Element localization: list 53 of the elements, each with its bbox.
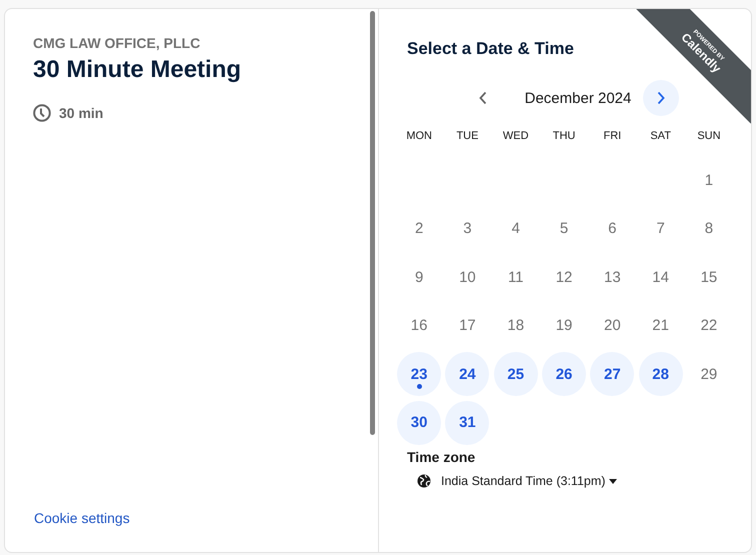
- date-number: 19: [554, 316, 574, 336]
- date-button[interactable]: 30: [397, 400, 442, 445]
- scrollbar[interactable]: [370, 11, 375, 435]
- weekday-label: MON: [405, 130, 433, 144]
- chevron-left-icon: [478, 91, 488, 105]
- section-title: Select a Date & Time: [407, 39, 574, 59]
- date-number: 14: [651, 268, 670, 288]
- duration-text: 30 min: [59, 105, 104, 121]
- month-label: December 2024: [524, 90, 632, 106]
- date-number: 18: [506, 316, 526, 336]
- weekday-label: FRI: [602, 130, 622, 144]
- weekday-label: WED: [502, 130, 530, 144]
- date-button[interactable]: 25: [494, 352, 538, 396]
- date-number: 10: [458, 268, 477, 288]
- caret-icon: [609, 478, 618, 484]
- date-number: 12: [554, 268, 574, 288]
- date-number: 1: [704, 170, 714, 191]
- weekday-label: TUE: [455, 130, 480, 144]
- date-number: 11: [506, 268, 525, 288]
- next-month-button[interactable]: [643, 80, 680, 116]
- chevron-right-icon: [656, 91, 666, 105]
- date-number: 7: [655, 219, 666, 240]
- weekday-label: SUN: [696, 130, 722, 144]
- date-button[interactable]: 28: [638, 352, 683, 396]
- date-number: 4: [510, 219, 521, 240]
- date-number: 15: [700, 268, 718, 288]
- date-number: 6: [607, 219, 618, 240]
- date-number: 9: [414, 268, 424, 288]
- date-number: 20: [602, 316, 622, 336]
- date-button[interactable]: 26: [542, 352, 586, 396]
- date-number: 8: [704, 219, 714, 240]
- date-number: 16: [410, 316, 428, 336]
- date-button[interactable]: 31: [445, 400, 490, 445]
- date-number: 13: [602, 268, 622, 288]
- weekday-label: SAT: [649, 130, 672, 144]
- date-number: 3: [462, 219, 473, 240]
- date-number: 21: [651, 316, 670, 336]
- cookie-settings-link[interactable]: Cookie settings: [34, 510, 130, 526]
- event-title: 30 Minute Meeting: [33, 56, 242, 84]
- date-number: 5: [558, 219, 570, 240]
- date-button[interactable]: 24: [445, 352, 490, 396]
- time-zone-label: Time zone: [407, 449, 476, 465]
- date-number: 17: [458, 316, 477, 336]
- clock-icon: [33, 104, 51, 122]
- date-number: 2: [414, 219, 424, 240]
- weekday-label: THU: [552, 130, 576, 144]
- time-zone-dropdown[interactable]: India Standard Time (3:11pm): [417, 474, 618, 488]
- date-number: 29: [700, 364, 718, 385]
- date-button[interactable]: 27: [590, 352, 634, 396]
- date-number: 22: [700, 316, 718, 336]
- date-button[interactable]: 23: [397, 352, 442, 396]
- globe-icon: [417, 474, 431, 488]
- organizer-name: CMG LAW OFFICE, PLLC: [33, 35, 202, 51]
